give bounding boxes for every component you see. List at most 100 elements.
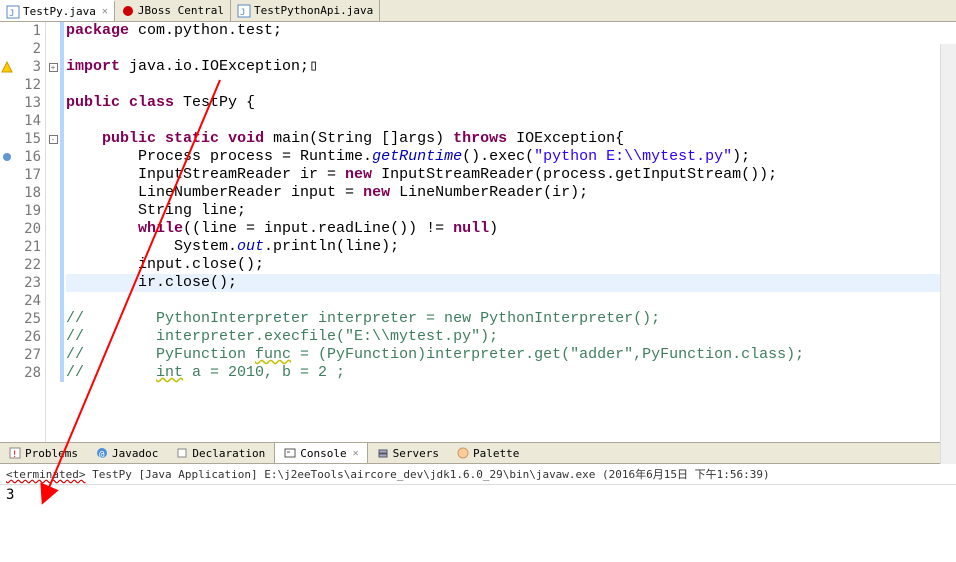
tab-jboss-central[interactable]: JBoss Central [115,0,231,21]
bottom-tab-bar: ! Problems @ Javadoc Declaration Console… [0,442,956,464]
close-icon[interactable]: ✕ [102,6,108,17]
code-line[interactable]: // interpreter.execfile("E:\\mytest.py")… [66,328,956,346]
fold-cell[interactable]: + [46,58,60,76]
console-process-info: TestPy [Java Application] E:\j2eeTools\a… [85,468,769,481]
code-line[interactable] [66,292,956,310]
line-number: 17 [14,166,41,184]
btab-label: Problems [25,447,78,460]
marker-cell [0,112,14,130]
btab-label: Javadoc [112,447,158,460]
line-number: 21 [14,238,41,256]
code-line[interactable]: public static void main(String []args) t… [66,130,956,148]
fold-cell [46,364,60,382]
code-line[interactable]: LineNumberReader input = new LineNumberR… [66,184,956,202]
svg-text:J: J [240,8,245,18]
fold-cell [46,274,60,292]
line-number-gutter: 1231213141516171819202122232425262728 [14,22,46,442]
marker-cell [0,148,14,166]
line-number: 15 [14,130,41,148]
java-file-icon: J [237,4,251,18]
line-number: 13 [14,94,41,112]
code-line[interactable]: InputStreamReader ir = new InputStreamRe… [66,166,956,184]
jboss-icon [121,4,135,18]
code-line[interactable]: String line; [66,202,956,220]
tab-console[interactable]: Console ✕ [274,443,367,463]
vertical-scrollbar[interactable] [940,44,956,464]
code-line[interactable] [66,40,956,58]
close-icon[interactable]: ✕ [353,448,359,459]
tab-problems[interactable]: ! Problems [0,443,87,463]
code-line[interactable]: System.out.println(line); [66,238,956,256]
code-line[interactable]: Process process = Runtime.getRuntime().e… [66,148,956,166]
code-line[interactable]: // int a = 2010, b = 2 ; [66,364,956,382]
fold-cell [46,238,60,256]
tab-testpythonapi[interactable]: J TestPythonApi.java [231,0,380,21]
marker-cell [0,76,14,94]
code-line[interactable]: ir.close(); [66,274,956,292]
line-number: 20 [14,220,41,238]
line-number: 18 [14,184,41,202]
tab-label: TestPy.java [23,5,96,18]
marker-cell [0,256,14,274]
tab-label: TestPythonApi.java [254,4,373,17]
marker-cell [0,94,14,112]
fold-cell [46,202,60,220]
code-line[interactable]: public class TestPy { [66,94,956,112]
palette-icon [456,446,470,460]
line-number: 14 [14,112,41,130]
code-editor[interactable]: 1231213141516171819202122232425262728 +-… [0,22,956,442]
code-line[interactable]: // PythonInterpreter interpreter = new P… [66,310,956,328]
tab-testpy[interactable]: J TestPy.java ✕ [0,0,115,21]
fold-cell [46,166,60,184]
marker-cell [0,22,14,40]
console-icon [283,446,297,460]
code-line[interactable]: while((line = input.readLine()) != null) [66,220,956,238]
line-number: 1 [14,22,41,40]
fold-cell [46,94,60,112]
marker-cell [0,184,14,202]
marker-cell [0,328,14,346]
fold-cell [46,184,60,202]
fold-cell [46,76,60,94]
fold-cell [46,40,60,58]
line-number: 28 [14,364,41,382]
line-number: 27 [14,346,41,364]
marker-cell [0,220,14,238]
line-number: 25 [14,310,41,328]
declaration-icon [175,446,189,460]
marker-cell [0,310,14,328]
marker-cell [0,58,14,76]
btab-label: Servers [393,447,439,460]
svg-text:J: J [9,9,14,19]
line-number: 12 [14,76,41,94]
svg-text:!: ! [12,450,17,459]
fold-cell [46,22,60,40]
console-output[interactable]: 3 [0,485,956,505]
tab-javadoc[interactable]: @ Javadoc [87,443,167,463]
terminated-label: <terminated> [6,468,85,481]
marker-cell [0,166,14,184]
svg-text:@: @ [99,450,105,459]
fold-cell [46,328,60,346]
line-number: 3 [14,58,41,76]
fold-cell [46,256,60,274]
javadoc-icon: @ [95,446,109,460]
marker-cell [0,274,14,292]
fold-cell[interactable]: - [46,130,60,148]
tab-declaration[interactable]: Declaration [167,443,274,463]
btab-label: Console [300,447,346,460]
btab-label: Palette [473,447,519,460]
fold-cell [46,148,60,166]
code-line[interactable]: // PyFunction func = (PyFunction)interpr… [66,346,956,364]
code-line[interactable]: import java.io.IOException;▯ [66,58,956,76]
tab-palette[interactable]: Palette [448,443,528,463]
code-line[interactable]: input.close(); [66,256,956,274]
code-line[interactable]: package com.python.test; [66,22,956,40]
line-number: 2 [14,40,41,58]
code-line[interactable] [66,76,956,94]
tab-servers[interactable]: Servers [368,443,448,463]
code-line[interactable] [66,112,956,130]
marker-cell [0,292,14,310]
line-number: 19 [14,202,41,220]
code-area[interactable]: package com.python.test; import java.io.I… [64,22,956,442]
